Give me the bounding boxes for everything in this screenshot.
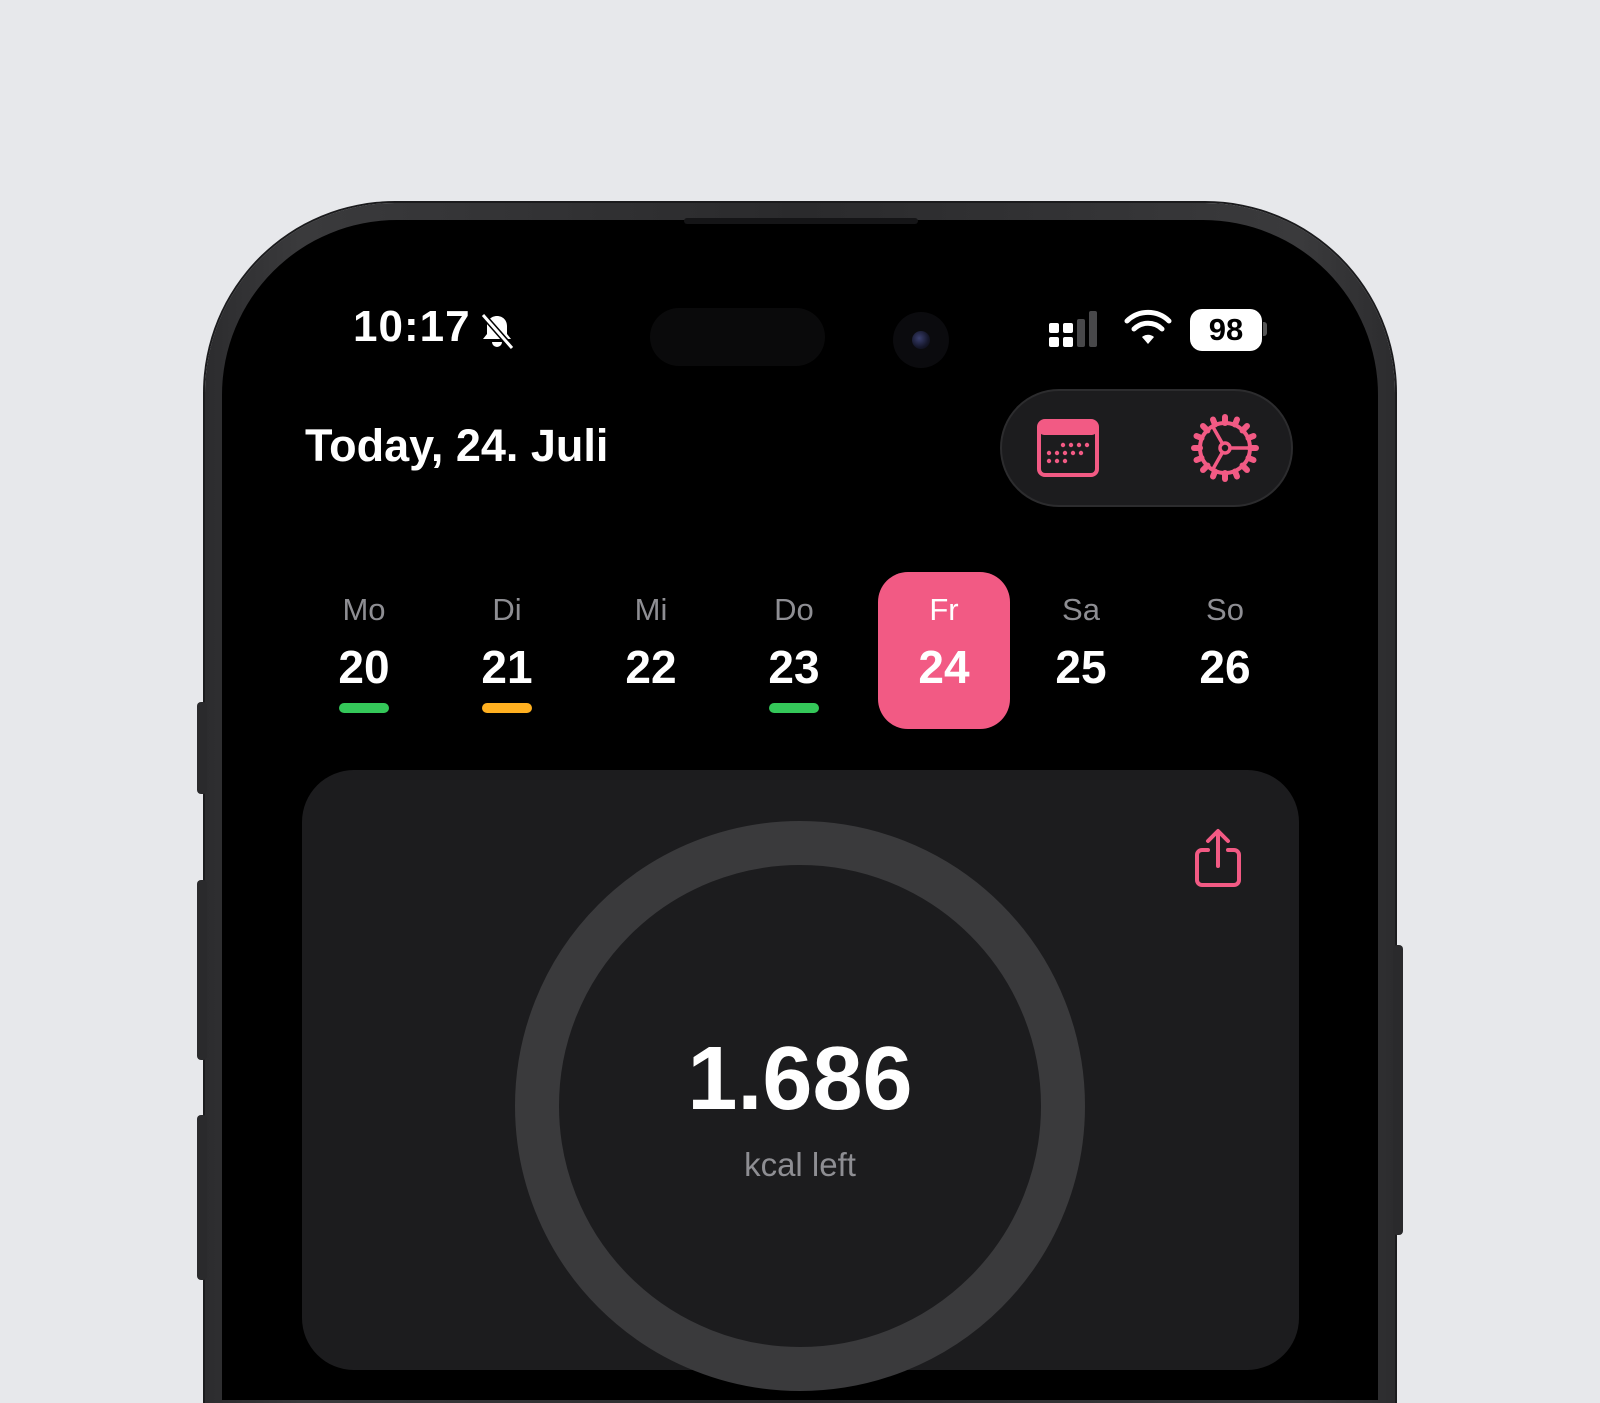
week-strip: Mo 20 Di 21 Mi 22 Do 23 Fr 24 Sa 25 So 2… <box>298 572 1298 732</box>
kcal-left-value: 1.686 <box>687 1029 913 1129</box>
day-label: Mi <box>634 592 668 627</box>
kcal-left-label: kcal left <box>744 1146 856 1183</box>
antenna-seam <box>684 218 918 224</box>
day-number: 22 <box>625 641 677 693</box>
day-tuesday[interactable]: Di 21 <box>441 572 573 729</box>
signal-icon <box>1049 311 1097 347</box>
day-number: 23 <box>768 641 820 693</box>
day-number: 21 <box>481 641 533 693</box>
gear-icon <box>1191 414 1259 482</box>
battery-level: 98 <box>1208 312 1244 347</box>
day-thursday[interactable]: Do 23 <box>728 572 860 729</box>
day-label: Mo <box>342 592 386 627</box>
day-friday-selected[interactable]: Fr 24 <box>878 572 1010 729</box>
dynamic-island <box>650 308 825 366</box>
calendar-icon <box>1037 419 1099 477</box>
calendar-button[interactable] <box>1032 412 1104 484</box>
day-status-bar <box>769 703 819 713</box>
share-button[interactable] <box>1190 826 1246 890</box>
day-sunday[interactable]: So 26 <box>1159 572 1291 729</box>
volume-down-button <box>197 1115 207 1280</box>
day-status-bar <box>482 703 532 713</box>
day-status-bar <box>339 703 389 713</box>
settings-button[interactable] <box>1189 412 1261 484</box>
day-label: Do <box>774 592 814 627</box>
day-label: So <box>1206 592 1244 627</box>
action-button <box>197 702 207 794</box>
power-button <box>1393 945 1403 1235</box>
status-time: 10:17 <box>353 302 471 351</box>
day-label: Fr <box>929 592 959 627</box>
page-title: Today, 24. Juli <box>305 420 609 471</box>
bell-slash-icon <box>480 313 515 350</box>
volume-up-button <box>197 880 207 1060</box>
day-monday[interactable]: Mo 20 <box>298 572 430 729</box>
camera-icon <box>893 312 949 368</box>
day-label: Di <box>492 592 522 627</box>
day-number: 24 <box>918 641 970 693</box>
day-saturday[interactable]: Sa 25 <box>1015 572 1147 729</box>
day-label: Sa <box>1062 592 1100 627</box>
battery-tip <box>1263 322 1267 336</box>
day-number: 25 <box>1055 641 1107 693</box>
share-icon <box>1195 829 1241 887</box>
header-actions <box>1000 389 1293 507</box>
day-number: 20 <box>338 641 390 693</box>
day-wednesday[interactable]: Mi 22 <box>585 572 717 729</box>
day-number: 26 <box>1199 641 1251 693</box>
wifi-icon <box>1124 309 1172 344</box>
battery-icon: 98 <box>1190 309 1262 351</box>
